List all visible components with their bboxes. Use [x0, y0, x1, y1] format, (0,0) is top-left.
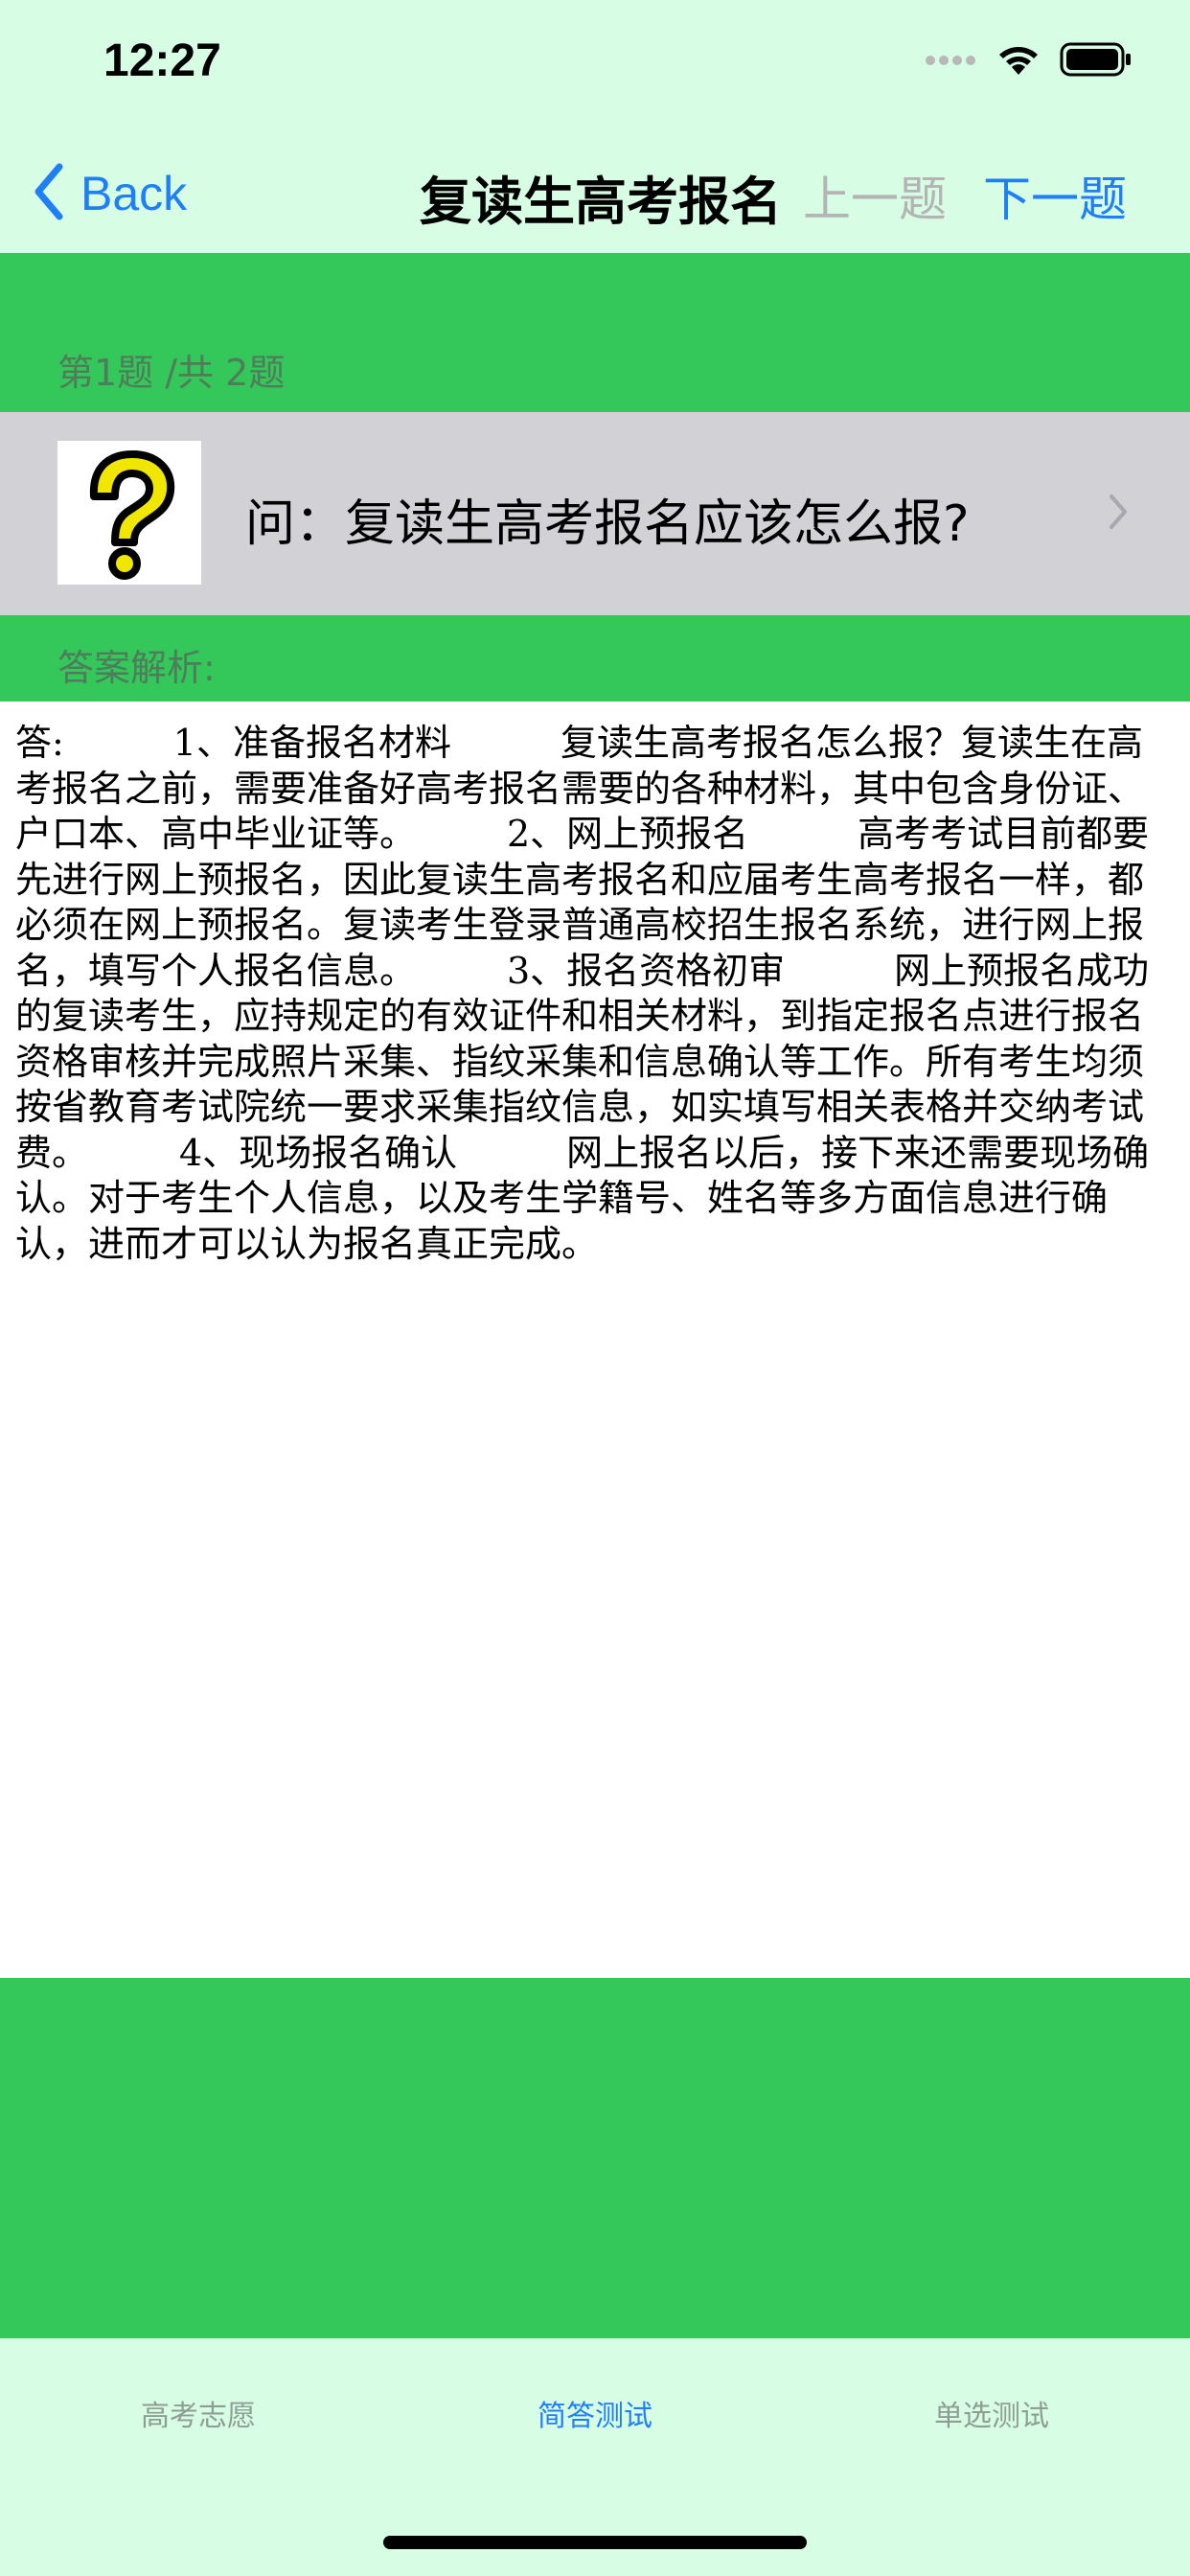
chevron-right-icon: [1108, 493, 1129, 535]
page-title: 复读生高考报名: [420, 172, 782, 232]
previous-question-button[interactable]: 上一题: [803, 161, 947, 230]
chevron-left-icon: [33, 163, 65, 224]
tab-gaokao-zhiyuan[interactable]: 高考志愿: [0, 2392, 397, 2434]
question-header-section: 第1题 /共 2题: [0, 253, 1190, 412]
tab-jianda-ceshi[interactable]: 简答测试: [397, 2392, 793, 2434]
navigation-bar: Back 复读生高考报名 上一题 下一题: [0, 134, 1190, 253]
bottom-green-panel: [0, 1978, 1190, 2338]
answer-text: 答: 1、准备报名材料 复读生高考报名怎么报？复读生在高考报名之前，需要准备好高…: [15, 722, 1150, 1265]
wifi-icon: [996, 42, 1041, 80]
answer-analysis-label: 答案解析:: [57, 647, 216, 689]
back-label: Back: [80, 167, 188, 220]
battery-icon: [1060, 42, 1133, 80]
status-bar: 12:27: [0, 0, 1190, 134]
question-row[interactable]: 问：复读生高考报名应该怎么报?: [0, 412, 1190, 615]
question-text: 问：复读生高考报名应该怎么报?: [245, 495, 970, 553]
back-button[interactable]: Back: [33, 155, 187, 232]
tab-danxuan-ceshi[interactable]: 单选测试: [793, 2392, 1190, 2434]
question-progress-label: 第1题 /共 2题: [57, 352, 286, 394]
status-icons: [924, 42, 1133, 80]
cellular-signal-icon: [924, 53, 977, 71]
answer-header-section: 答案解析:: [0, 615, 1190, 702]
next-question-button[interactable]: 下一题: [983, 161, 1127, 230]
question-mark-icon: [57, 441, 201, 585]
status-time: 12:27: [103, 35, 221, 86]
home-indicator[interactable]: [383, 2536, 807, 2549]
